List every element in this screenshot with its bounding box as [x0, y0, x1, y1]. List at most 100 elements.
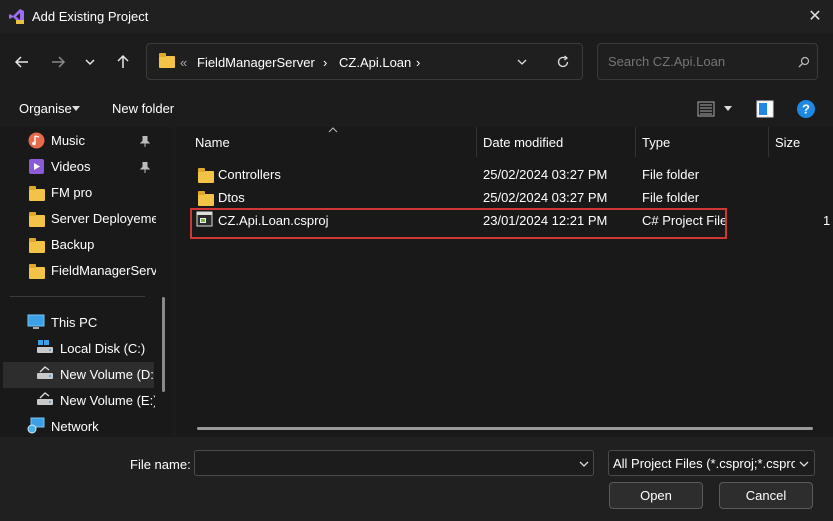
folder-icon	[29, 186, 45, 201]
breadcrumb-separator[interactable]: ›	[323, 55, 327, 70]
svg-text:?: ?	[802, 102, 810, 117]
breadcrumb-cz-api-loan[interactable]: CZ.Api.Loan	[339, 55, 411, 70]
file-name-combobox[interactable]	[194, 450, 594, 476]
folder-icon	[198, 168, 214, 183]
folder-icon	[198, 191, 214, 206]
sidebar-item-server-deployement[interactable]: Server Deployement	[0, 206, 158, 232]
file-date: 25/02/2024 03:27 PM	[483, 190, 608, 205]
breadcrumb-separator[interactable]: ›	[416, 55, 420, 70]
sidebar-item-label: FM pro	[51, 185, 93, 200]
file-row-controllers[interactable]: Controllers 25/02/2024 03:27 PM File fol…	[192, 164, 832, 186]
horizontal-scrollbar[interactable]	[197, 427, 813, 430]
refresh-icon[interactable]	[556, 55, 570, 69]
close-button[interactable]: ✕	[800, 4, 830, 28]
new-folder-button[interactable]: New folder	[112, 101, 174, 116]
view-options-icon[interactable]	[697, 101, 715, 117]
sidebar-item-music[interactable]: Music	[0, 128, 158, 154]
file-type-filter-value: All Project Files (*.csproj;*.csproj	[613, 456, 795, 471]
sidebar-item-new-volume-e[interactable]: New Volume (E:)	[0, 388, 158, 414]
sidebar-item-label: Videos	[51, 159, 91, 174]
arrow-left-icon	[14, 56, 28, 68]
videos-icon	[29, 159, 44, 174]
search-box[interactable]	[597, 43, 818, 80]
preview-pane-icon[interactable]	[756, 100, 774, 118]
chevron-down-icon[interactable]	[799, 460, 809, 468]
recent-locations-button[interactable]	[79, 51, 101, 73]
sidebar-item-fm-pro[interactable]: FM pro	[0, 180, 158, 206]
command-bar: Organise New folder ?	[0, 93, 833, 127]
column-header-date-modified[interactable]: Date modified	[483, 135, 563, 150]
up-button[interactable]	[112, 51, 134, 73]
disk-icon	[37, 392, 53, 405]
sidebar-item-this-pc[interactable]: This PC	[0, 310, 158, 336]
chevron-down-icon	[85, 59, 95, 66]
column-divider[interactable]	[635, 127, 636, 157]
open-button[interactable]: Open	[609, 482, 703, 509]
chevron-down-icon[interactable]	[579, 460, 589, 468]
sidebar-item-local-disk-c[interactable]: Local Disk (C:)	[0, 336, 158, 362]
cancel-button[interactable]: Cancel	[719, 482, 813, 509]
file-name-label: File name:	[130, 457, 191, 472]
sidebar-item-label: This PC	[51, 315, 98, 330]
folder-icon	[29, 264, 45, 279]
network-icon	[27, 417, 45, 434]
file-date: 25/02/2024 03:27 PM	[483, 167, 608, 182]
sidebar-item-backup[interactable]: Backup	[0, 232, 158, 258]
pin-icon[interactable]	[140, 136, 150, 147]
sidebar-item-new-volume-d[interactable]: New Volume (D:)	[3, 362, 154, 388]
back-button[interactable]	[11, 51, 33, 73]
address-bar[interactable]: « FieldManagerServer › CZ.Api.Loan ›	[146, 43, 583, 80]
caret-down-icon[interactable]	[72, 106, 80, 112]
disk-icon	[37, 366, 53, 379]
folder-icon	[29, 238, 45, 253]
chevron-down-icon[interactable]	[517, 58, 527, 66]
column-header-type[interactable]: Type	[642, 135, 670, 150]
disk-icon	[37, 340, 53, 353]
folder-icon	[29, 212, 45, 227]
sort-up-icon	[328, 127, 338, 133]
highlight-annotation	[190, 208, 727, 239]
sidebar-item-label: Music	[51, 133, 85, 148]
sidebar-item-label: New Volume (D:)	[60, 367, 154, 382]
dialog-footer: File name: All Project Files (*.csproj;*…	[0, 437, 833, 521]
pin-icon[interactable]	[140, 162, 150, 173]
sidebar-item-fieldmanagerserver[interactable]: FieldManagerServer	[0, 258, 158, 284]
forward-button[interactable]	[47, 51, 69, 73]
column-divider[interactable]	[476, 127, 477, 157]
arrow-up-icon	[117, 54, 129, 68]
file-type: File folder	[642, 167, 700, 182]
caret-down-icon[interactable]	[724, 106, 732, 112]
file-size: 1	[823, 213, 831, 228]
sidebar-item-label: FieldManagerServer	[51, 263, 156, 278]
title-bar: Add Existing Project ✕	[0, 0, 833, 33]
sidebar-item-label: Server Deployement	[51, 211, 156, 226]
pc-icon	[27, 314, 45, 329]
column-header-size[interactable]: Size	[775, 135, 800, 150]
organise-menu[interactable]: Organise	[19, 101, 72, 116]
search-icon	[798, 56, 810, 68]
window-title: Add Existing Project	[32, 9, 149, 24]
file-type-filter[interactable]: All Project Files (*.csproj;*.csproj	[608, 450, 815, 476]
sidebar-divider	[10, 296, 145, 297]
column-divider[interactable]	[768, 127, 769, 157]
navigation-pane: Music Videos FM pro Server Deployement B…	[0, 127, 172, 437]
sidebar-item-videos[interactable]: Videos	[0, 154, 158, 180]
arrow-right-icon	[52, 56, 66, 68]
overflow-chevron[interactable]: «	[180, 55, 187, 70]
column-header-name[interactable]: Name	[195, 135, 230, 150]
sidebar-item-label: Local Disk (C:)	[60, 341, 146, 356]
file-type: File folder	[642, 190, 700, 205]
search-input[interactable]	[606, 53, 790, 70]
file-list: Name Date modified Type Size Controllers…	[176, 127, 833, 437]
visual-studio-icon	[9, 9, 24, 24]
music-icon	[28, 132, 45, 149]
close-icon: ✕	[808, 8, 822, 25]
help-icon[interactable]: ?	[796, 99, 816, 119]
file-name: Controllers	[218, 167, 281, 182]
sidebar-item-label: Network	[51, 419, 99, 434]
file-row-dtos[interactable]: Dtos 25/02/2024 03:27 PM File folder	[192, 187, 832, 209]
sidebar-scrollbar[interactable]	[162, 297, 165, 392]
sidebar-item-label: Backup	[51, 237, 95, 252]
breadcrumb-fieldmanagerserver[interactable]: FieldManagerServer	[197, 55, 315, 70]
sidebar-item-label: New Volume (E:)	[60, 393, 155, 408]
